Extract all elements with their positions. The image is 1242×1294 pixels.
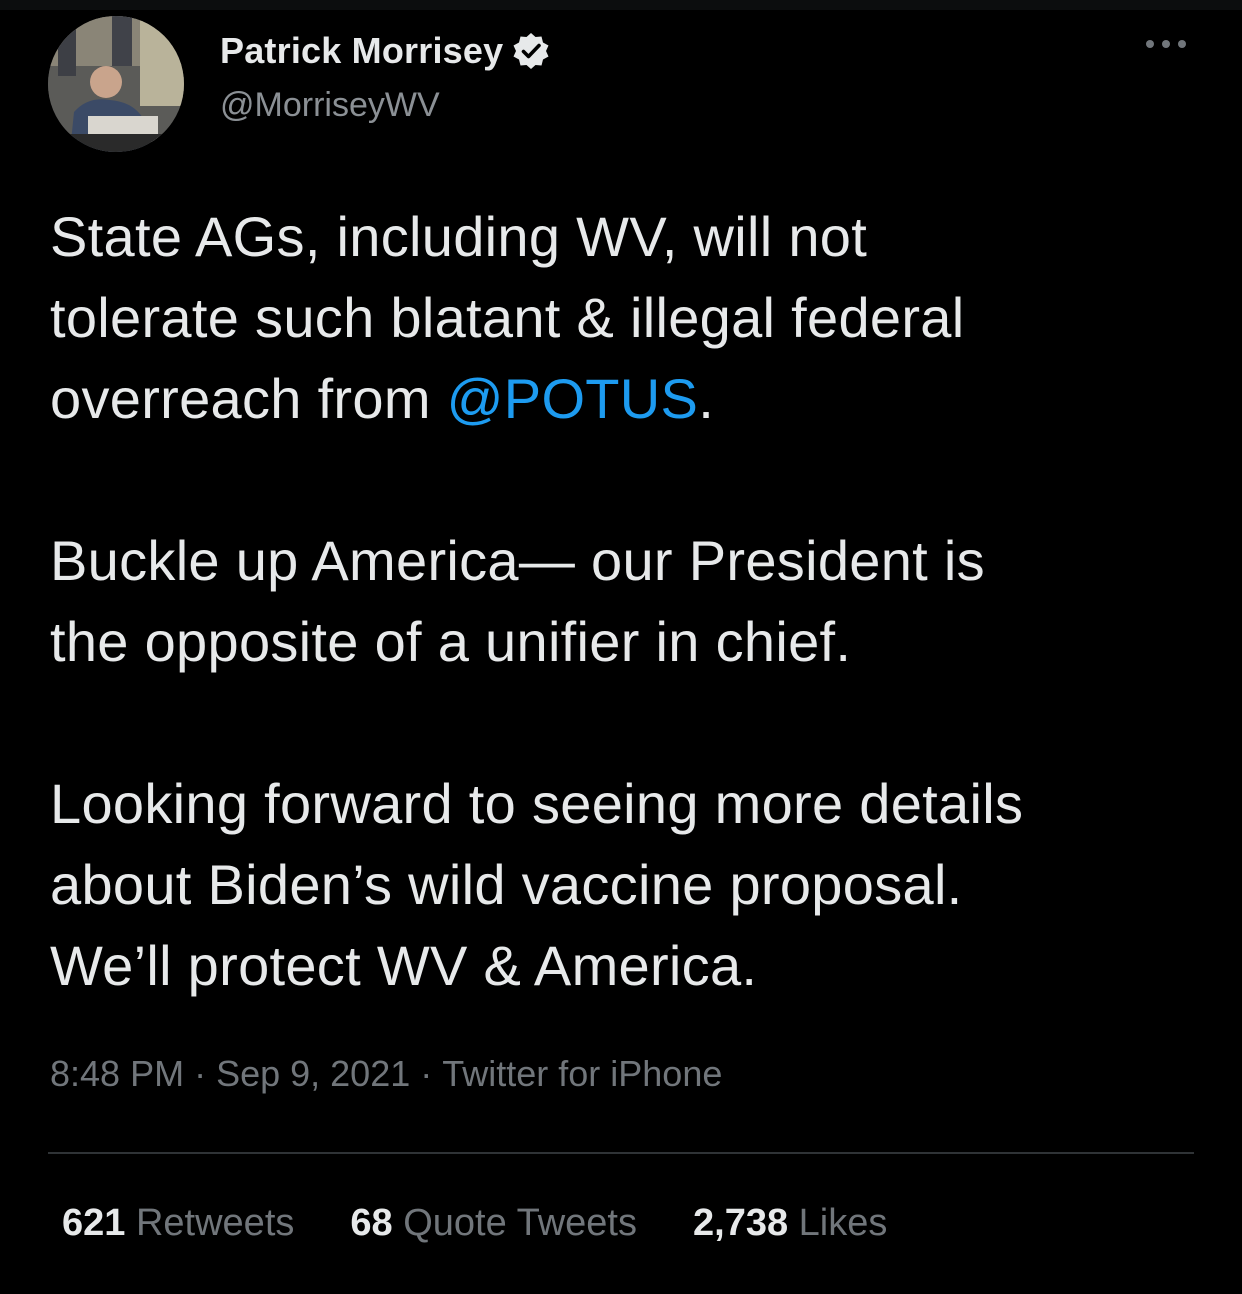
tweet-line: tolerate such blatant & illegal federal xyxy=(50,286,965,349)
likes-label: Likes xyxy=(798,1202,888,1244)
likes-count: 2,738 xyxy=(693,1202,789,1244)
tweet-line: Buckle up America— our President is xyxy=(50,529,985,592)
quote-tweets-count: 68 xyxy=(350,1202,393,1244)
tweet-line-text: . xyxy=(698,367,715,430)
tweet-line: Looking forward to seeing more details xyxy=(50,772,1024,835)
top-divider xyxy=(0,0,1242,10)
verified-badge-icon xyxy=(511,31,551,71)
retweets-stat[interactable]: 621 Retweets xyxy=(62,1202,294,1245)
tweet-line: State AGs, including WV, will not xyxy=(50,205,868,268)
retweets-label: Retweets xyxy=(135,1202,295,1244)
tweet-header: Patrick Morrisey @MorriseyWV xyxy=(48,16,1208,156)
tweet-line-text: overreach from xyxy=(50,367,447,430)
quote-tweets-stat[interactable]: 68 Quote Tweets xyxy=(350,1202,637,1245)
meta-separator: · xyxy=(194,1053,207,1094)
stats-divider xyxy=(48,1152,1194,1154)
tweet-text: State AGs, including WV, will not tolera… xyxy=(50,196,1210,1006)
name-row: Patrick Morrisey xyxy=(220,26,551,76)
meta-separator: · xyxy=(420,1053,433,1094)
tweet-line: overreach from @POTUS. xyxy=(50,358,1210,439)
tweet-stats: 621 Retweets 68 Quote Tweets 2,738 Likes xyxy=(62,1202,943,1245)
tweet-time[interactable]: 8:48 PM xyxy=(50,1053,184,1094)
avatar[interactable] xyxy=(48,16,184,152)
tweet-date[interactable]: Sep 9, 2021 xyxy=(216,1053,410,1094)
tweet-source[interactable]: Twitter for iPhone xyxy=(442,1053,722,1094)
avatar-photo xyxy=(48,16,184,152)
tweet-line: We’ll protect WV & America. xyxy=(50,934,758,997)
mention-link-potus[interactable]: @POTUS xyxy=(447,367,699,430)
tweet-metadata: 8:48 PM · Sep 9, 2021 · Twitter for iPhone xyxy=(50,1053,722,1095)
tweet-line: the opposite of a unifier in chief. xyxy=(50,610,852,673)
retweets-count: 621 xyxy=(62,1202,126,1244)
tweet-line: about Biden’s wild vaccine proposal. xyxy=(50,853,963,916)
quote-tweets-label: Quote Tweets xyxy=(403,1202,637,1244)
likes-stat[interactable]: 2,738 Likes xyxy=(693,1202,887,1245)
handle[interactable]: @MorriseyWV xyxy=(220,86,440,125)
display-name[interactable]: Patrick Morrisey xyxy=(220,30,503,72)
more-options-icon[interactable] xyxy=(1142,34,1190,54)
